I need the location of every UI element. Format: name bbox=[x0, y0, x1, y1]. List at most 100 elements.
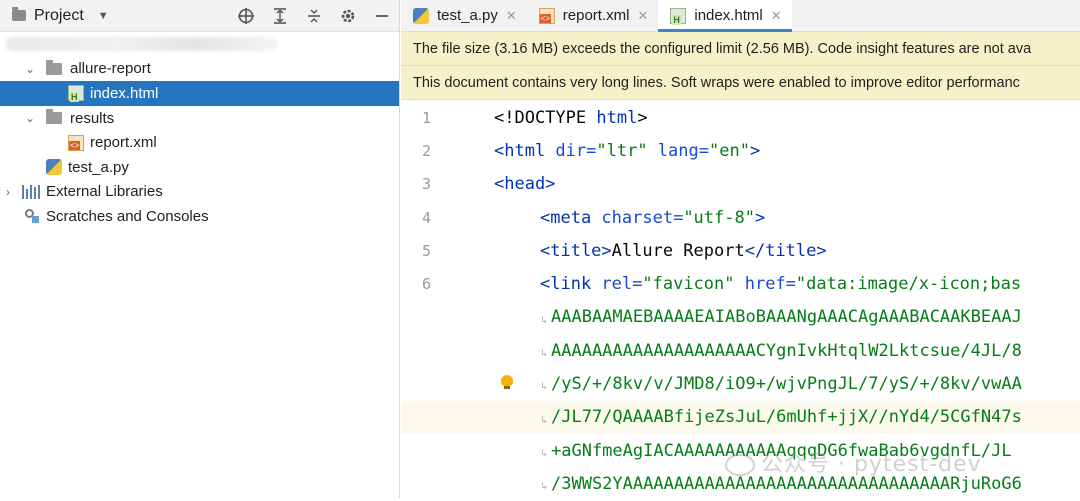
expand-all-icon[interactable] bbox=[263, 0, 297, 32]
code-editor[interactable]: 1 <!DOCTYPE html> 2 <html dir="ltr" lang… bbox=[401, 101, 1080, 498]
code-token: dir= bbox=[555, 140, 597, 161]
line-number: 1 bbox=[421, 108, 431, 127]
code-token: > bbox=[637, 107, 648, 128]
tab-label: test_a.py bbox=[437, 7, 498, 24]
code-token: "en" bbox=[708, 140, 750, 161]
tree-item-report-xml[interactable]: report.xml bbox=[0, 130, 399, 155]
minimize-icon[interactable] bbox=[365, 0, 399, 32]
project-tree: ⌄ allure-report index.html ⌄ results rep… bbox=[0, 32, 399, 229]
watermark: 公众号 · pytest-dev bbox=[725, 446, 982, 478]
chevron-down-icon[interactable]: ⌄ bbox=[22, 111, 38, 125]
tree-item-scratches[interactable]: Scratches and Consoles bbox=[0, 204, 399, 229]
code-token: <title> bbox=[540, 240, 612, 261]
code-line-wrapped[interactable]: ↳ AAABAAMAEBAAAAEAIABoBAAANgAAACAgAAABAC… bbox=[401, 301, 1080, 334]
line-number: 2 bbox=[421, 141, 431, 160]
code-token: AAAAAAAAAAAAAAAAAAAACYgnIvkHtqlW2Lktcsue… bbox=[551, 340, 1022, 361]
code-line[interactable]: 4 <meta charset="utf-8"> bbox=[401, 201, 1080, 234]
tree-item-results[interactable]: ⌄ results bbox=[0, 106, 399, 131]
code-token: <link bbox=[540, 274, 602, 295]
code-line-wrapped[interactable]: ↳ /JL77/QAAAABfijeZsJuL/6mUhf+jjX//nYd4/… bbox=[401, 400, 1080, 434]
close-icon[interactable]: ✕ bbox=[771, 8, 782, 24]
tree-item-label: Scratches and Consoles bbox=[46, 207, 209, 225]
code-line-wrapped[interactable]: ↳ AAAAAAAAAAAAAAAAAAAACYgnIvkHtqlW2Lktcs… bbox=[401, 334, 1080, 367]
tab-label: index.html bbox=[694, 7, 763, 24]
tree-item-label: test_a.py bbox=[68, 158, 129, 176]
soft-wrap-icon: ↳ bbox=[541, 348, 548, 360]
project-title[interactable]: Project bbox=[34, 7, 84, 25]
chevron-down-icon[interactable]: ▼ bbox=[98, 10, 109, 22]
line-number: 5 bbox=[421, 241, 431, 260]
code-token: lang= bbox=[647, 140, 709, 161]
redacted-root-path bbox=[6, 37, 278, 52]
line-number: 4 bbox=[421, 208, 431, 227]
code-token: <head> bbox=[494, 174, 556, 195]
code-line[interactable]: 3 <head> bbox=[401, 168, 1080, 201]
code-token: > bbox=[754, 207, 766, 228]
chevron-down-icon[interactable]: ⌄ bbox=[22, 62, 38, 76]
tree-item-label: External Libraries bbox=[46, 183, 163, 201]
code-token: /yS/+/8kv/v/JMD8/iO9+/wjvPngJL/7/yS/+/8k… bbox=[551, 374, 1022, 395]
code-token: "data:image/x-icon;bas bbox=[795, 274, 1022, 295]
line-number: 6 bbox=[421, 275, 431, 294]
html-file-icon bbox=[68, 85, 84, 103]
banner-text: This document contains very long lines. … bbox=[413, 74, 1020, 91]
xml-file-icon bbox=[538, 7, 555, 24]
tree-item-label: allure-report bbox=[70, 60, 151, 78]
soft-wrap-banner: This document contains very long lines. … bbox=[401, 66, 1080, 100]
close-icon[interactable]: ✕ bbox=[637, 8, 648, 24]
banner-text: The file size (3.16 MB) exceeds the conf… bbox=[413, 40, 1032, 57]
folder-icon bbox=[46, 59, 62, 75]
close-icon[interactable]: ✕ bbox=[506, 8, 517, 24]
code-token: Allure Report bbox=[611, 240, 745, 261]
tree-item-allure-report[interactable]: ⌄ allure-report bbox=[0, 57, 399, 82]
python-file-icon bbox=[46, 159, 62, 176]
tree-item-external-libraries[interactable]: › External Libraries bbox=[0, 180, 399, 205]
editor-tabs: test_a.py ✕ report.xml ✕ index.html ✕ bbox=[401, 0, 1080, 32]
code-token: <meta bbox=[540, 207, 602, 228]
folder-icon bbox=[46, 109, 62, 125]
lightbulb-icon[interactable] bbox=[501, 375, 513, 390]
code-line[interactable]: 2 <html dir="ltr" lang="en"> bbox=[401, 134, 1080, 167]
python-file-icon bbox=[413, 7, 429, 24]
line-number: 3 bbox=[421, 175, 431, 194]
code-line-wrapped[interactable]: ↳ /yS/+/8kv/v/JMD8/iO9+/wjvPngJL/7/yS/+/… bbox=[401, 367, 1080, 400]
code-line[interactable]: 6 <link rel="favicon" href="data:image/x… bbox=[401, 268, 1080, 301]
code-token: AAABAAMAEBAAAAEAIABoBAAANgAAACAgAAABACAA… bbox=[551, 307, 1022, 328]
code-token: charset= bbox=[601, 207, 684, 228]
tree-item-test-a-py[interactable]: test_a.py bbox=[0, 155, 399, 180]
code-line[interactable]: 1 <!DOCTYPE html> bbox=[401, 101, 1080, 134]
tree-item-label: results bbox=[70, 109, 115, 127]
code-token: > bbox=[749, 140, 761, 161]
tab-label: report.xml bbox=[562, 7, 630, 24]
tab-test-a-py[interactable]: test_a.py ✕ bbox=[401, 0, 527, 31]
collapse-all-icon[interactable] bbox=[297, 0, 331, 32]
tab-index-html[interactable]: index.html ✕ bbox=[658, 0, 792, 32]
tree-root-row[interactable] bbox=[0, 32, 399, 57]
code-token: <html bbox=[494, 140, 556, 161]
chevron-right-icon[interactable]: › bbox=[0, 185, 16, 199]
library-icon bbox=[22, 184, 40, 199]
project-header: Project ▼ bbox=[0, 0, 399, 32]
code-token: html bbox=[596, 107, 638, 128]
code-token: href= bbox=[734, 274, 796, 295]
scratches-icon bbox=[24, 208, 40, 224]
soft-wrap-icon: ↳ bbox=[541, 381, 548, 393]
project-folder-icon bbox=[12, 7, 26, 21]
code-token: "utf-8" bbox=[683, 207, 755, 228]
code-token: rel= bbox=[601, 274, 643, 295]
gear-icon[interactable] bbox=[331, 0, 365, 32]
locate-icon[interactable] bbox=[229, 0, 263, 32]
soft-wrap-icon: ↳ bbox=[541, 481, 548, 493]
code-token: </title> bbox=[744, 240, 827, 261]
code-token: /JL77/QAAAABfijeZsJuL/6mUhf+jjX//nYd4/5C… bbox=[551, 407, 1022, 428]
tree-item-label: index.html bbox=[90, 84, 159, 102]
tree-item-index-html[interactable]: index.html bbox=[0, 81, 399, 106]
watermark-text: 公众号 · pytest-dev bbox=[761, 452, 982, 477]
code-line[interactable]: 5 <title>Allure Report</title> bbox=[401, 234, 1080, 267]
project-tool-window: Project ▼ ⌄ allure-report H index.html ⌄… bbox=[0, 0, 400, 498]
soft-wrap-icon: ↳ bbox=[541, 314, 548, 326]
wechat-logo-icon bbox=[725, 454, 755, 476]
html-file-icon bbox=[670, 7, 687, 25]
tab-report-xml[interactable]: report.xml ✕ bbox=[527, 0, 659, 31]
soft-wrap-icon: ↳ bbox=[541, 448, 548, 459]
